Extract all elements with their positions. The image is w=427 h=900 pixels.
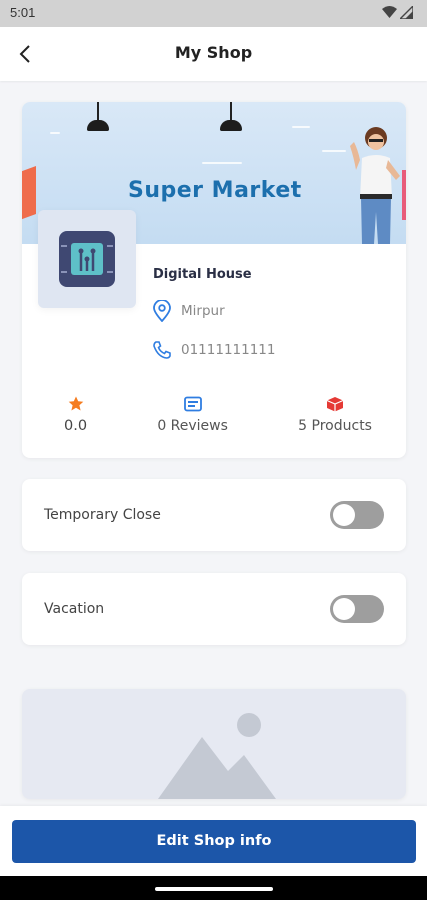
home-gesture-handle[interactable]: [155, 887, 273, 891]
vacation-switch[interactable]: [330, 595, 384, 623]
vacation-card: Vacation: [22, 573, 406, 645]
system-nav-bar: [0, 876, 427, 900]
stat-rating: 0.0: [64, 396, 87, 434]
shop-location: Mirpur: [181, 303, 225, 319]
star-icon: [68, 396, 83, 411]
image-placeholder-icon: [158, 713, 276, 799]
stat-rating-value: 0.0: [64, 418, 88, 434]
location-pin-icon: [153, 300, 171, 322]
edit-shop-info-button[interactable]: Edit Shop info: [12, 820, 416, 863]
phone-icon: [153, 341, 171, 359]
temporary-close-card: Temporary Close: [22, 479, 406, 551]
lamp-icon: [220, 120, 242, 131]
lamp-icon: [87, 120, 109, 131]
box-icon: [326, 397, 344, 412]
shop-phone-row: 01111111111: [152, 340, 275, 360]
temporary-close-switch[interactable]: [330, 501, 384, 529]
vacation-label: Vacation: [44, 601, 105, 617]
wifi-icon: [382, 6, 397, 18]
signal-icon: [400, 6, 413, 19]
shop-name: Digital House: [153, 267, 252, 282]
temporary-close-label: Temporary Close: [44, 507, 161, 523]
banner-title: Super Market: [128, 178, 302, 203]
review-icon: [183, 396, 202, 412]
shop-stats: 0.0 0 Reviews 5 Products: [22, 396, 406, 434]
stat-reviews-value: 0 Reviews: [157, 418, 228, 434]
shop-location-row: Mirpur: [152, 300, 225, 322]
circuit-logo-icon: [59, 231, 115, 287]
status-bar: 5:01: [0, 0, 427, 27]
shop-logo: [38, 210, 136, 308]
stat-reviews: 0 Reviews: [157, 396, 228, 434]
shop-phone: 01111111111: [181, 342, 276, 358]
page-title: My Shop: [174, 43, 253, 62]
stat-products-value: 5 Products: [298, 418, 372, 434]
shop-info-card: Super Market Digital House Mirpur 011111…: [22, 102, 406, 458]
status-time: 5:01: [10, 5, 36, 20]
shop-image-placeholder[interactable]: [22, 689, 406, 799]
shopper-illustration: [350, 127, 406, 244]
bottom-action-bar: Edit Shop info: [0, 806, 427, 876]
app-bar: My Shop: [0, 27, 427, 81]
stat-products: 5 Products: [298, 396, 372, 434]
